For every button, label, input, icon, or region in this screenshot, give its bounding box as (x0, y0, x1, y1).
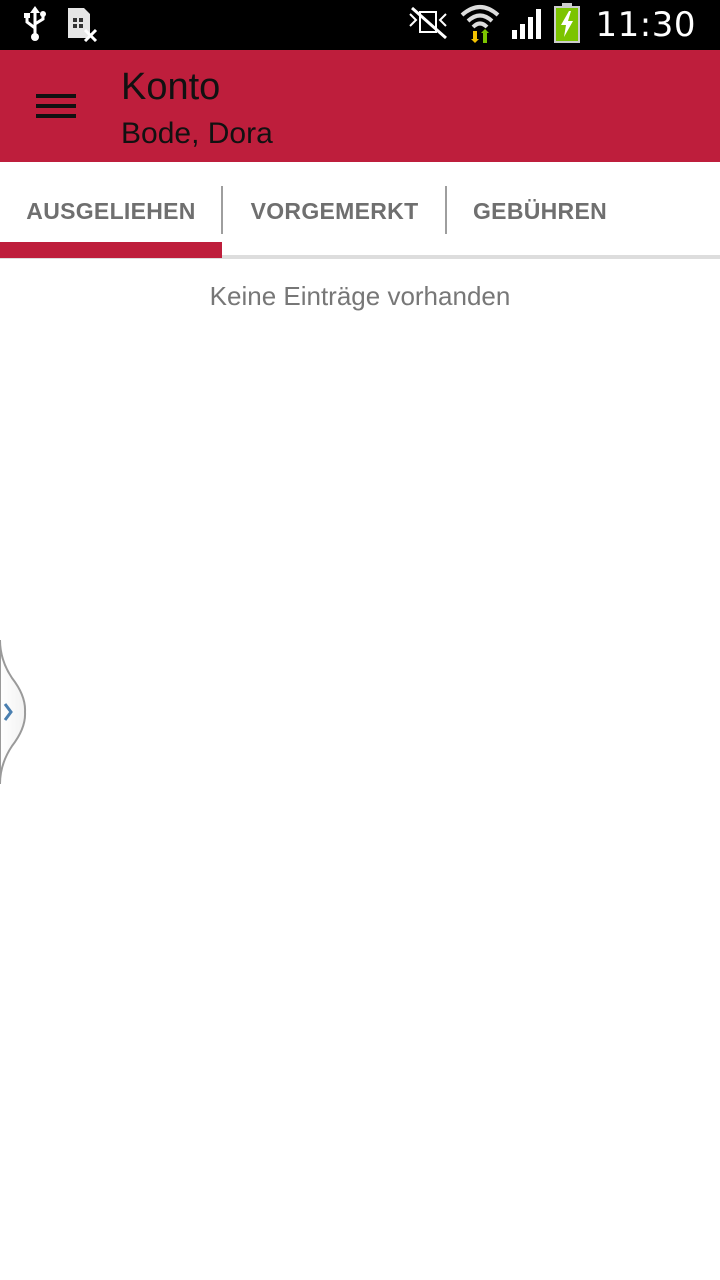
side-panel-handle[interactable] (0, 639, 30, 785)
selected-tab-indicator (0, 242, 222, 258)
signal-icon (510, 6, 544, 45)
usb-icon (22, 5, 48, 47)
battery-charging-icon (553, 2, 580, 48)
page-subtitle: Bode, Dora (121, 117, 273, 150)
nfc-muted-icon (406, 6, 450, 45)
page-title: Konto (121, 66, 221, 108)
tab-vorgemerkt[interactable]: VORGEMERKT (223, 162, 446, 260)
app-bar: Konto Bode, Dora (0, 50, 720, 162)
hamburger-menu-icon[interactable] (26, 80, 86, 132)
empty-list-message: Keine Einträge vorhanden (209, 281, 511, 311)
tab-gebuehren[interactable]: GEBÜHREN (447, 162, 633, 260)
sim-missing-icon (66, 6, 98, 47)
status-bar: 11:30 (0, 0, 720, 50)
wifi-icon (460, 3, 500, 48)
status-clock: 11:30 (595, 5, 696, 45)
